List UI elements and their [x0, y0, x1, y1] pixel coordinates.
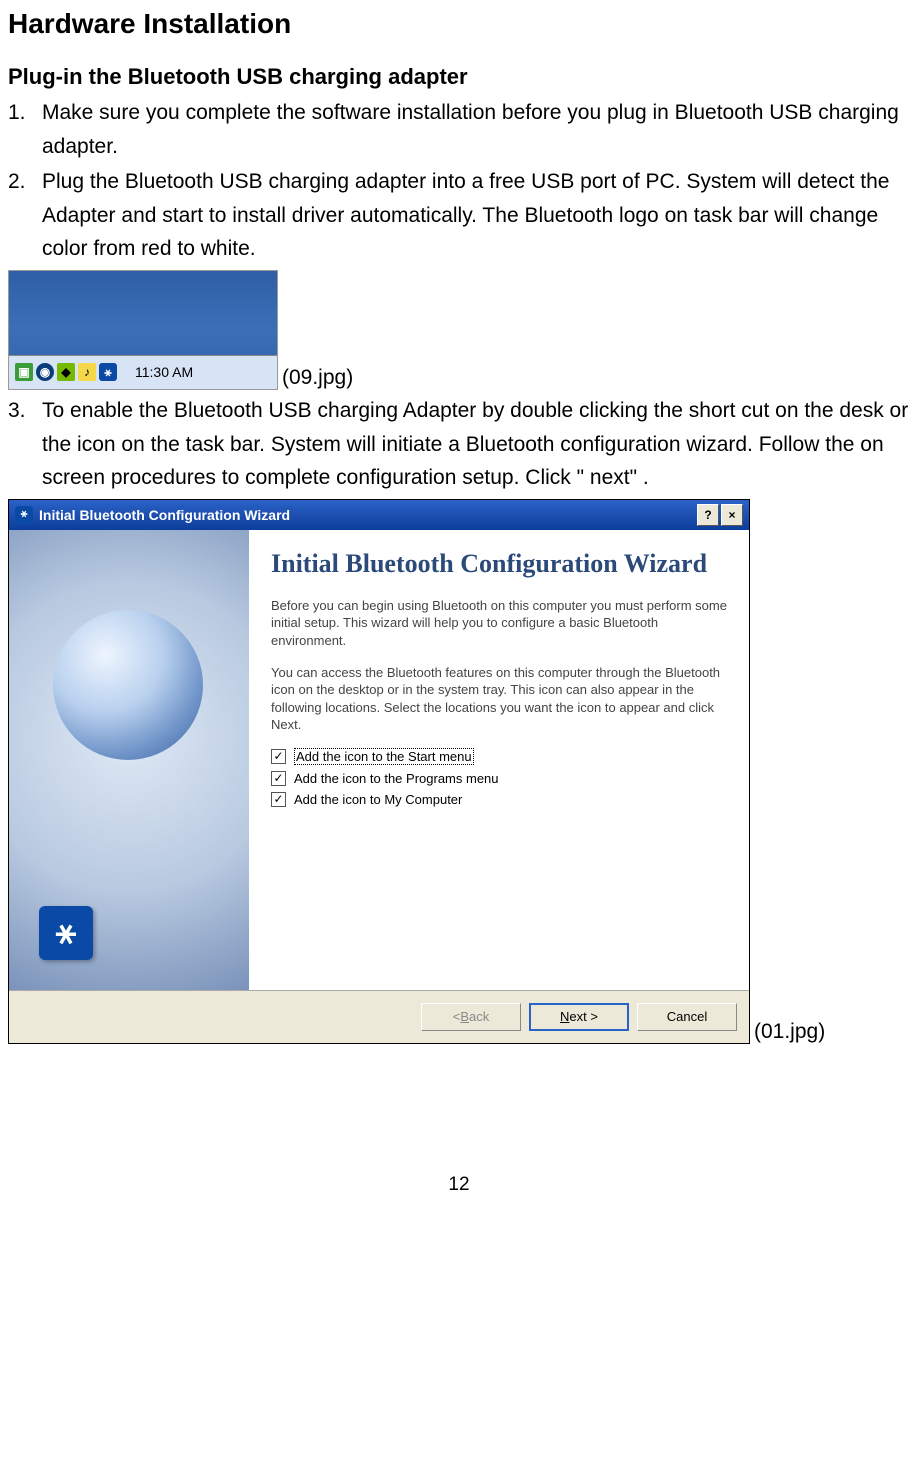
- bluetooth-tray-icon-alt: ◉: [36, 363, 54, 381]
- checkbox-icon: ✓: [271, 771, 286, 786]
- wizard-figure: ⚹ Initial Bluetooth Configuration Wizard…: [8, 499, 910, 1044]
- step-3: 3. To enable the Bluetooth USB charging …: [8, 394, 910, 495]
- wizard-titlebar: ⚹ Initial Bluetooth Configuration Wizard…: [9, 500, 749, 530]
- bluetooth-icon: ⚹: [15, 506, 33, 524]
- network-icon: ▣: [15, 363, 33, 381]
- step-number: 3.: [8, 394, 42, 495]
- figure-caption: (01.jpg): [754, 1020, 825, 1044]
- cancel-button[interactable]: Cancel: [637, 1003, 737, 1031]
- back-button: < Back: [421, 1003, 521, 1031]
- next-button[interactable]: Next >: [529, 1003, 629, 1031]
- bluetooth-logo: ⚹: [39, 906, 93, 960]
- wizard-paragraph-2: You can access the Bluetooth features on…: [271, 664, 727, 734]
- checkbox-label: Add the icon to My Computer: [294, 792, 462, 807]
- checkbox-label: Add the icon to the Start menu: [294, 748, 474, 765]
- wizard-title-text: Initial Bluetooth Configuration Wizard: [39, 507, 290, 523]
- step-text: Plug the Bluetooth USB charging adapter …: [42, 165, 910, 266]
- step-text: Make sure you complete the software inst…: [42, 96, 910, 163]
- wizard-footer: < Back Next > Cancel: [9, 990, 749, 1043]
- wizard-sidebar-image: ⚹: [9, 530, 249, 990]
- help-button[interactable]: ?: [697, 504, 719, 526]
- checkbox-my-computer[interactable]: ✓ Add the icon to My Computer: [271, 792, 727, 807]
- figure-caption: (09.jpg): [282, 366, 353, 390]
- nvidia-icon: ◆: [57, 363, 75, 381]
- checkbox-programs-menu[interactable]: ✓ Add the icon to the Programs menu: [271, 771, 727, 786]
- taskbar-screenshot: ▣ ◉ ◆ ♪ ⚹ 11:30 AM: [8, 270, 278, 390]
- section-title: Plug-in the Bluetooth USB charging adapt…: [8, 64, 910, 90]
- step-number: 1.: [8, 96, 42, 163]
- globe-graphic: [53, 610, 203, 760]
- bluetooth-tray-icon: ⚹: [99, 363, 117, 381]
- close-button[interactable]: ×: [721, 504, 743, 526]
- system-tray: ▣ ◉ ◆ ♪ ⚹ 11:30 AM: [9, 355, 277, 389]
- page-number: 12: [8, 1174, 910, 1196]
- wizard-heading: Initial Bluetooth Configuration Wizard: [271, 548, 727, 579]
- clock: 11:30 AM: [135, 364, 193, 380]
- wizard-paragraph-1: Before you can begin using Bluetooth on …: [271, 597, 727, 650]
- step-2: 2. Plug the Bluetooth USB charging adapt…: [8, 165, 910, 266]
- taskbar-figure: ▣ ◉ ◆ ♪ ⚹ 11:30 AM (09.jpg): [8, 270, 910, 390]
- step-number: 2.: [8, 165, 42, 266]
- volume-icon: ♪: [78, 363, 96, 381]
- wizard-dialog: ⚹ Initial Bluetooth Configuration Wizard…: [8, 499, 750, 1044]
- page-title: Hardware Installation: [8, 8, 910, 40]
- step-1: 1. Make sure you complete the software i…: [8, 96, 910, 163]
- checkbox-label: Add the icon to the Programs menu: [294, 771, 499, 786]
- checkbox-icon: ✓: [271, 749, 286, 764]
- checkbox-start-menu[interactable]: ✓ Add the icon to the Start menu: [271, 748, 727, 765]
- step-text: To enable the Bluetooth USB charging Ada…: [42, 394, 910, 495]
- checkbox-icon: ✓: [271, 792, 286, 807]
